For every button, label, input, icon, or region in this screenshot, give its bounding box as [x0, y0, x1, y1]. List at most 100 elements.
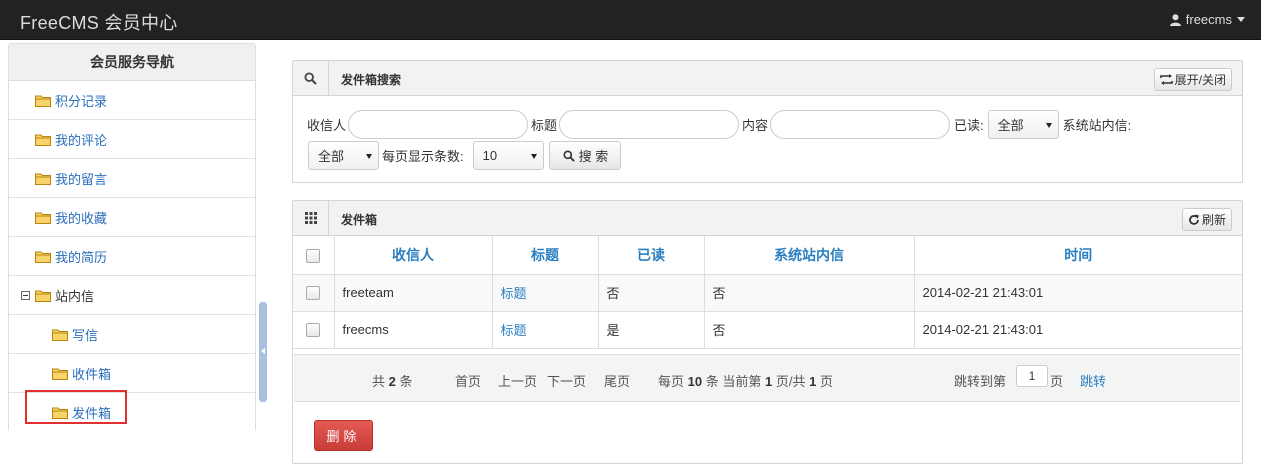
next-page-link[interactable]: 下一页: [547, 371, 586, 390]
search-panel-header: 发件箱搜索 展开/关闭: [293, 61, 1242, 96]
sidebar-item-write[interactable]: 写信: [9, 315, 255, 354]
read-cell: 否: [598, 274, 705, 312]
sidebar-item-label: 我的评论: [55, 132, 108, 148]
prev-page-link[interactable]: 上一页: [498, 371, 537, 390]
brand-title[interactable]: FreeCMS 会员中心: [20, 9, 178, 35]
sidebar-item-label: 我的留言: [55, 171, 108, 187]
folder-icon: [35, 134, 51, 146]
title-cell: 标题: [492, 311, 599, 349]
active-item-highlight: [25, 390, 127, 424]
title-label: 标题: [531, 118, 558, 133]
search-row-1: 收信人 标题 内容 已读: 全部 系统站内信:: [307, 110, 1131, 139]
sidebar-item-messages[interactable]: 我的留言: [9, 159, 255, 198]
row-select-cell: [293, 311, 335, 349]
user-menu[interactable]: freecms: [1169, 12, 1245, 27]
content-label: 内容: [742, 118, 769, 133]
toggle-icon: [1159, 74, 1173, 85]
select-all-cell: [293, 236, 335, 275]
user-icon: [1169, 13, 1181, 26]
grid-icon: [293, 201, 329, 235]
column-header-time[interactable]: 时间: [914, 236, 1242, 275]
time-cell: 2014-02-21 21:43:01: [914, 274, 1242, 312]
title-input[interactable]: [559, 110, 740, 139]
member-sidebar: 会员服务导航 积分记录 我的评论 我的留言 我的收藏 我的简历 站内信 写信 收…: [8, 43, 256, 432]
sidebar-item-label: 站内信: [55, 288, 95, 304]
sidebar-item-label: 写信: [72, 327, 99, 343]
top-navbar: FreeCMS 会员中心 freecms: [0, 0, 1261, 40]
toggle-label: 展开/关闭: [1174, 73, 1226, 87]
sidebar-item-label: 积分记录: [55, 93, 108, 109]
sidebar-title: 会员服务导航: [9, 44, 255, 81]
outbox-panel-title: 发件箱: [341, 213, 378, 227]
recipient-input[interactable]: [348, 110, 529, 139]
recipient-cell: freeteam: [334, 274, 493, 312]
system-select-value: 全部: [318, 149, 345, 164]
pagination-bar: 共 2 条 首页 上一页 下一页 尾页 每页 10 条 当前第 1 页/共 1 …: [294, 354, 1240, 402]
sidebar-item-label: 我的收藏: [55, 210, 108, 226]
total-count: 共 2 条: [372, 374, 413, 389]
read-select[interactable]: 全部: [987, 110, 1059, 139]
sidebar-group-inbox[interactable]: 站内信: [9, 276, 255, 315]
row-checkbox[interactable]: [306, 323, 321, 338]
refresh-button[interactable]: 刷新: [1181, 208, 1232, 231]
collapse-arrow-icon: [261, 348, 265, 354]
sidebar-item-points[interactable]: 积分记录: [9, 81, 255, 120]
column-header-title[interactable]: 标题: [492, 236, 599, 275]
search-button[interactable]: 搜 索: [548, 141, 622, 170]
delete-button[interactable]: 删除: [314, 420, 373, 451]
title-link[interactable]: 标题: [501, 323, 527, 338]
page-size-label: 每页显示条数:: [382, 149, 464, 164]
page-size-value: 10: [482, 148, 498, 163]
search-button-label: 搜 索: [578, 149, 609, 164]
sidebar-splitter-handle[interactable]: [259, 302, 267, 402]
sidebar-item-resume[interactable]: 我的简历: [9, 237, 255, 276]
column-header-recipient[interactable]: 收信人: [334, 236, 493, 275]
search-row-2: 全部 每页显示条数: 10 搜 索: [307, 141, 622, 170]
sidebar-item-received[interactable]: 收件箱: [9, 354, 255, 393]
jump-suffix: 页: [1050, 374, 1064, 389]
folder-icon: [35, 290, 51, 302]
table-row: freecms 标题 是 否 2014-02-21 21:43:01: [293, 311, 1242, 349]
table-header-row: 收信人 标题 已读 系统站内信 时间: [293, 236, 1242, 275]
toggle-button[interactable]: 展开/关闭: [1153, 68, 1232, 91]
first-page-link[interactable]: 首页: [455, 371, 481, 390]
sidebar-item-favorites[interactable]: 我的收藏: [9, 198, 255, 237]
table-row: freeteam 标题 否 否 2014-02-21 21:43:01: [293, 274, 1242, 312]
column-header-read[interactable]: 已读: [598, 236, 705, 275]
system-cell: 否: [704, 274, 915, 312]
jump-label: 跳转到第: [954, 374, 1007, 389]
select-all-checkbox[interactable]: [306, 248, 321, 263]
jump-page-input[interactable]: 1: [1016, 365, 1048, 387]
recipient-label: 收信人: [307, 118, 347, 133]
system-cell: 否: [704, 311, 915, 349]
row-checkbox[interactable]: [306, 286, 321, 301]
jump-button[interactable]: 跳转: [1080, 371, 1106, 390]
outbox-panel-header: 发件箱 刷新: [293, 201, 1242, 236]
collapse-icon[interactable]: [21, 290, 30, 300]
outbox-table: 收信人 标题 已读 系统站内信 时间 freeteam 标题 否 否 2014-…: [293, 236, 1242, 349]
folder-icon: [52, 329, 68, 341]
content-input[interactable]: [770, 110, 951, 139]
folder-icon: [35, 251, 51, 263]
column-header-system[interactable]: 系统站内信: [704, 236, 915, 275]
read-label: 已读:: [954, 118, 984, 133]
folder-icon: [35, 95, 51, 107]
action-bar: 删除: [294, 404, 1240, 464]
title-link[interactable]: 标题: [501, 286, 527, 301]
sidebar-item-label: 收件箱: [72, 366, 112, 382]
search-icon: [563, 149, 575, 162]
page-size-select[interactable]: 10: [472, 141, 544, 170]
last-page-link[interactable]: 尾页: [604, 371, 630, 390]
search-panel-title: 发件箱搜索: [341, 73, 402, 87]
page-info: 每页 10 条 当前第 1 页/共 1 页: [658, 374, 833, 389]
outbox-panel: 发件箱 刷新 收信人 标题 已读 系统站内信 时间 freeteam 标题 否 …: [292, 200, 1243, 464]
folder-icon: [35, 173, 51, 185]
recipient-cell: freecms: [334, 311, 493, 349]
system-select[interactable]: 全部: [308, 141, 379, 170]
row-select-cell: [293, 274, 335, 312]
refresh-icon: [1189, 214, 1199, 225]
sidebar-item-comments[interactable]: 我的评论: [9, 120, 255, 159]
system-label: 系统站内信:: [1062, 118, 1132, 133]
title-cell: 标题: [492, 274, 599, 312]
username: freecms: [1185, 12, 1232, 27]
